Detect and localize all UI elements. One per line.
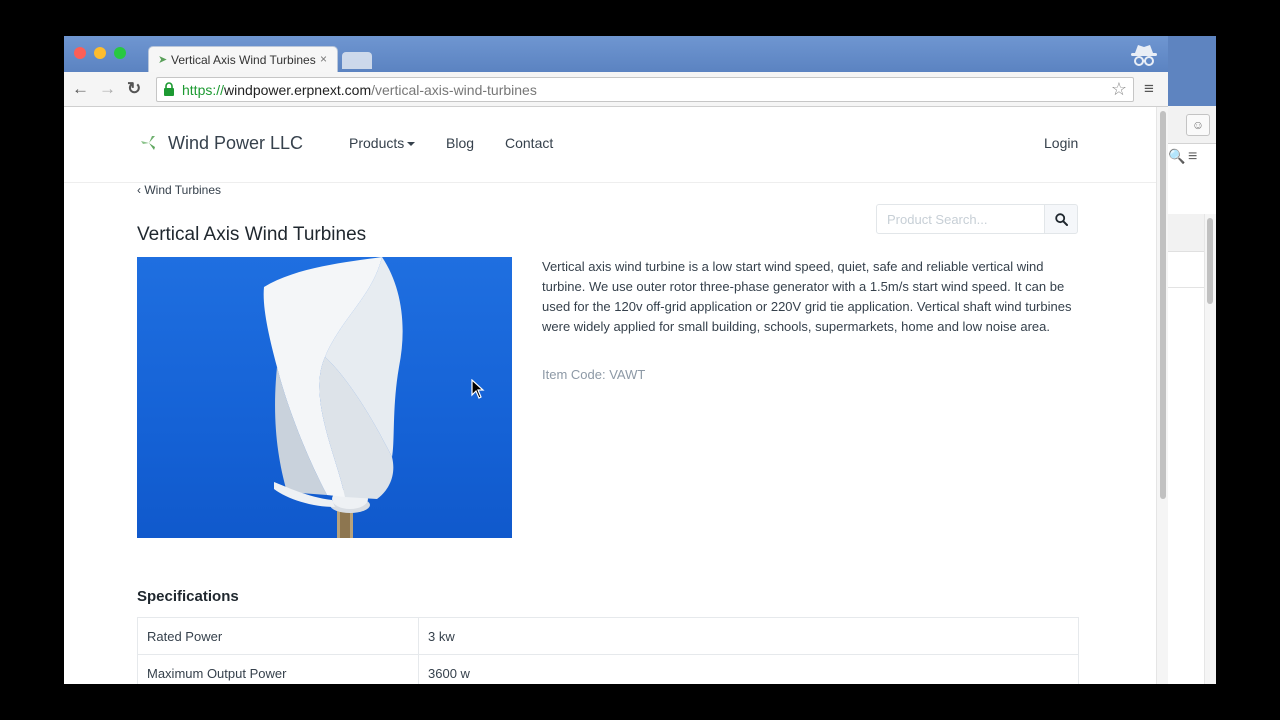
search-icon: [1055, 213, 1068, 226]
nav-login-link[interactable]: Login: [1044, 135, 1078, 151]
brand-name[interactable]: Wind Power LLC: [168, 133, 303, 154]
specifications-table: Rated Power 3 kw Maximum Output Power 36…: [137, 617, 1079, 684]
wind-turbine-logo-icon[interactable]: [140, 134, 158, 152]
product-search-input[interactable]: [876, 204, 1045, 234]
back-button[interactable]: ←: [72, 79, 89, 99]
breadcrumb-link[interactable]: ‹ Wind Turbines: [137, 183, 221, 197]
web-page: Wind Power LLC Products Blog Contact Log…: [64, 107, 1156, 684]
background-search-icon: 🔍: [1168, 148, 1186, 164]
specifications-heading: Specifications: [137, 588, 239, 605]
profile-icon: ☺: [1186, 114, 1210, 136]
page-scrollbar[interactable]: [1156, 107, 1168, 684]
url-text: https://windpower.erpnext.com/vertical-a…: [182, 82, 537, 98]
spec-label: Rated Power: [137, 617, 419, 655]
browser-titlebar: ➤ Vertical Axis Wind Turbines ×: [64, 36, 1168, 73]
new-tab-button[interactable]: [342, 52, 372, 69]
search-button[interactable]: [1044, 204, 1078, 234]
background-menu-icon: ≡: [1188, 148, 1198, 165]
browser-window: ➤ Vertical Axis Wind Turbines × ← → ↻ ht…: [64, 36, 1168, 684]
browser-tab-active[interactable]: ➤ Vertical Axis Wind Turbines ×: [148, 46, 338, 73]
nav-products-dropdown[interactable]: Products: [349, 135, 416, 151]
background-window-titlebar: [1168, 36, 1216, 106]
background-scrollbar-thumb: [1207, 218, 1213, 304]
page-scrollbar-thumb[interactable]: [1160, 111, 1166, 499]
spec-value: 3 kw: [418, 617, 1079, 655]
product-description: Vertical axis wind turbine is a low star…: [542, 259, 1072, 334]
item-code: Item Code: VAWT: [542, 367, 646, 382]
tab-close-icon[interactable]: ×: [320, 52, 327, 66]
minimize-window-button[interactable]: [94, 47, 106, 59]
product-image: [137, 257, 512, 538]
product-search: [876, 204, 1078, 234]
lock-icon: [164, 82, 174, 96]
wind-turbine-photo: [263, 257, 403, 538]
incognito-icon: [1131, 45, 1157, 66]
product-title: Vertical Axis Wind Turbines: [137, 224, 367, 245]
browser-toolbar: ← → ↻ https://windpower.erpnext.com/vert…: [64, 72, 1168, 107]
caret-down-icon: [407, 142, 416, 147]
site-navbar: Wind Power LLC Products Blog Contact Log…: [64, 107, 1156, 183]
nav-blog-link[interactable]: Blog: [446, 135, 474, 151]
browser-menu-button[interactable]: ≡: [1144, 79, 1154, 99]
nav-contact-link[interactable]: Contact: [505, 135, 553, 151]
tab-title: Vertical Axis Wind Turbines: [171, 53, 316, 67]
background-browser-window: ☺ 🔍 ≡: [1168, 36, 1216, 684]
forward-button[interactable]: →: [99, 79, 116, 99]
close-window-button[interactable]: [74, 47, 86, 59]
address-bar[interactable]: https://windpower.erpnext.com/vertical-a…: [156, 77, 1134, 102]
mouse-cursor-icon: [471, 379, 485, 399]
table-row: Rated Power 3 kw: [137, 617, 1079, 655]
table-row: Maximum Output Power 3600 w: [137, 654, 1079, 684]
tab-favicon-icon: ➤: [158, 54, 168, 66]
reload-button[interactable]: ↻: [127, 79, 141, 99]
spec-label: Maximum Output Power: [137, 654, 419, 684]
background-divider: [1168, 287, 1204, 288]
bookmark-star-icon[interactable]: ☆: [1111, 79, 1127, 100]
spec-value: 3600 w: [418, 654, 1079, 684]
maximize-window-button[interactable]: [114, 47, 126, 59]
